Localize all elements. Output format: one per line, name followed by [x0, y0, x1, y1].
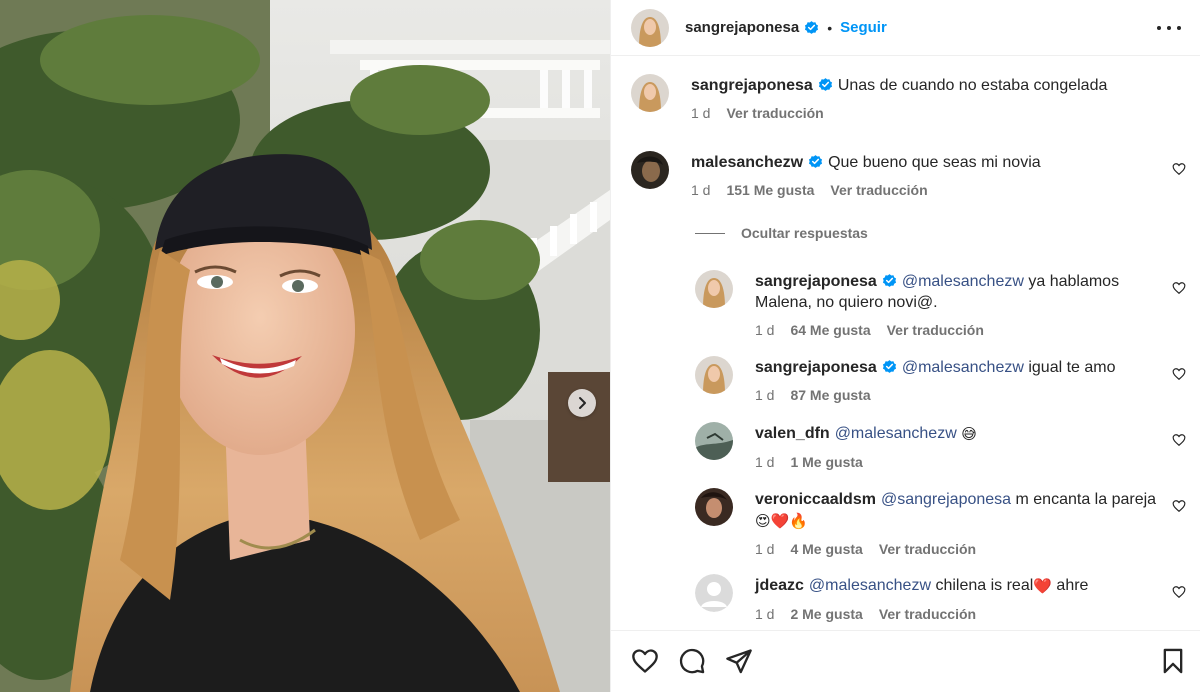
mention-link[interactable]: @malesanchezw: [902, 359, 1024, 376]
reply-username[interactable]: jdeazc: [755, 577, 804, 594]
reply-likes[interactable]: 2 Me gusta: [790, 606, 862, 622]
mention-link[interactable]: @malesanchezw: [809, 577, 931, 594]
reply-avatar[interactable]: [695, 574, 733, 612]
more-options-icon[interactable]: [1157, 18, 1181, 38]
reply-item: veroniccaaldsm @sangrejaponesa m encanta …: [695, 488, 1165, 557]
reply-text: ya hablamos: [1023, 273, 1120, 290]
comment-icon[interactable]: [678, 647, 706, 675]
heart-icon[interactable]: [1172, 162, 1186, 176]
reply-likes[interactable]: 64 Me gusta: [790, 322, 870, 338]
action-bar: [611, 630, 1200, 692]
see-translation-button[interactable]: Ver traducción: [726, 105, 823, 121]
post-header: sangrejaponesa • Seguir: [611, 0, 1200, 56]
reply-time: 1 d: [755, 387, 775, 403]
reply-time: 1 d: [755, 541, 775, 557]
verified-badge-icon: [882, 360, 896, 373]
heart-icon[interactable]: [1172, 499, 1186, 513]
see-translation-button[interactable]: Ver traducción: [830, 182, 927, 198]
reply-likes[interactable]: 87 Me gusta: [790, 387, 870, 403]
heart-icon[interactable]: [1172, 585, 1186, 599]
reply-username[interactable]: veroniccaaldsm: [755, 491, 876, 508]
reply-username[interactable]: sangrejaponesa: [755, 359, 877, 376]
reply-item: jdeazc @malesanchezw chilena is real❤️ ah…: [695, 574, 1165, 622]
commenter-avatar[interactable]: [631, 151, 669, 189]
reply-text-after: ahre: [1051, 577, 1089, 594]
hide-replies-button[interactable]: Ocultar respuestas: [695, 225, 868, 241]
hide-replies-label: Ocultar respuestas: [741, 225, 868, 241]
reply-username[interactable]: valen_dfn: [755, 425, 830, 442]
comment-likes[interactable]: 151 Me gusta: [726, 182, 814, 198]
reply-text: igual te amo: [1023, 359, 1116, 376]
reply-avatar[interactable]: [695, 488, 733, 526]
heart-icon[interactable]: [1172, 367, 1186, 381]
follow-button[interactable]: Seguir: [840, 19, 887, 36]
emoji: 😅: [961, 426, 977, 443]
comment-text: Que bueno que seas mi novia: [828, 154, 1041, 171]
caption-text: Unas de cuando no estaba congelada: [837, 77, 1108, 94]
reply-time: 1 d: [755, 606, 775, 622]
send-icon[interactable]: [725, 647, 753, 675]
reply-text: chilena is real: [931, 577, 1034, 594]
divider-line: [695, 232, 725, 234]
heart-icon[interactable]: [1172, 433, 1186, 447]
heart-icon[interactable]: [1172, 281, 1186, 295]
author-username[interactable]: sangrejaponesa: [685, 19, 799, 36]
post-side-panel: sangrejaponesa • Seguir sangrejaponesa Un…: [610, 0, 1200, 692]
caption-time: 1 d: [691, 105, 711, 121]
post-caption: sangrejaponesa Unas de cuando no estaba c…: [631, 74, 1111, 121]
verified-badge-icon: [805, 21, 819, 34]
bookmark-icon[interactable]: [1159, 647, 1187, 675]
reply-item: sangrejaponesa @malesanchezw ya hablamos M…: [695, 270, 1165, 338]
separator-dot: •: [827, 19, 833, 36]
next-image-button[interactable]: [568, 389, 596, 417]
reply-likes[interactable]: 1 Me gusta: [790, 454, 862, 470]
reply-avatar[interactable]: [695, 422, 733, 460]
reply-item: sangrejaponesa @malesanchezw igual te amo…: [695, 356, 1165, 403]
reply-avatar[interactable]: [695, 270, 733, 308]
post-photo: [0, 0, 610, 692]
reply-likes[interactable]: 4 Me gusta: [790, 541, 862, 557]
mention-link[interactable]: @sangrejaponesa: [881, 491, 1011, 508]
post-media[interactable]: [0, 0, 610, 692]
reply-time: 1 d: [755, 454, 775, 470]
caption-avatar[interactable]: [631, 74, 669, 112]
reply-text: m encanta la pareja: [1011, 491, 1157, 508]
mention-link[interactable]: @malesanchezw: [902, 273, 1024, 290]
verified-badge-icon: [818, 78, 832, 91]
see-translation-button[interactable]: Ver traducción: [879, 541, 976, 557]
caption-username[interactable]: sangrejaponesa: [691, 77, 813, 94]
verified-badge-icon: [882, 274, 896, 287]
comment-username[interactable]: malesanchezw: [691, 154, 803, 171]
reply-avatar[interactable]: [695, 356, 733, 394]
comment-item: malesanchezw Que bueno que seas mi novia …: [631, 151, 1111, 198]
author-avatar[interactable]: [631, 8, 669, 47]
verified-badge-icon: [809, 155, 823, 168]
comment-time: 1 d: [691, 182, 711, 198]
reply-time: 1 d: [755, 322, 775, 338]
emoji: ❤️: [1033, 578, 1052, 595]
reply-item: valen_dfn @malesanchezw 😅 1 d 1 Me gusta: [695, 422, 1165, 470]
emoji: 😍❤️🔥: [755, 513, 808, 530]
reply-username[interactable]: sangrejaponesa: [755, 273, 877, 290]
mention-link[interactable]: @malesanchezw: [835, 425, 957, 442]
reply-text-line2: Malena, no quiero novi@.: [755, 294, 938, 311]
heart-icon[interactable]: [631, 647, 659, 675]
see-translation-button[interactable]: Ver traducción: [887, 322, 984, 338]
see-translation-button[interactable]: Ver traducción: [879, 606, 976, 622]
chevron-right-icon: [579, 397, 586, 409]
